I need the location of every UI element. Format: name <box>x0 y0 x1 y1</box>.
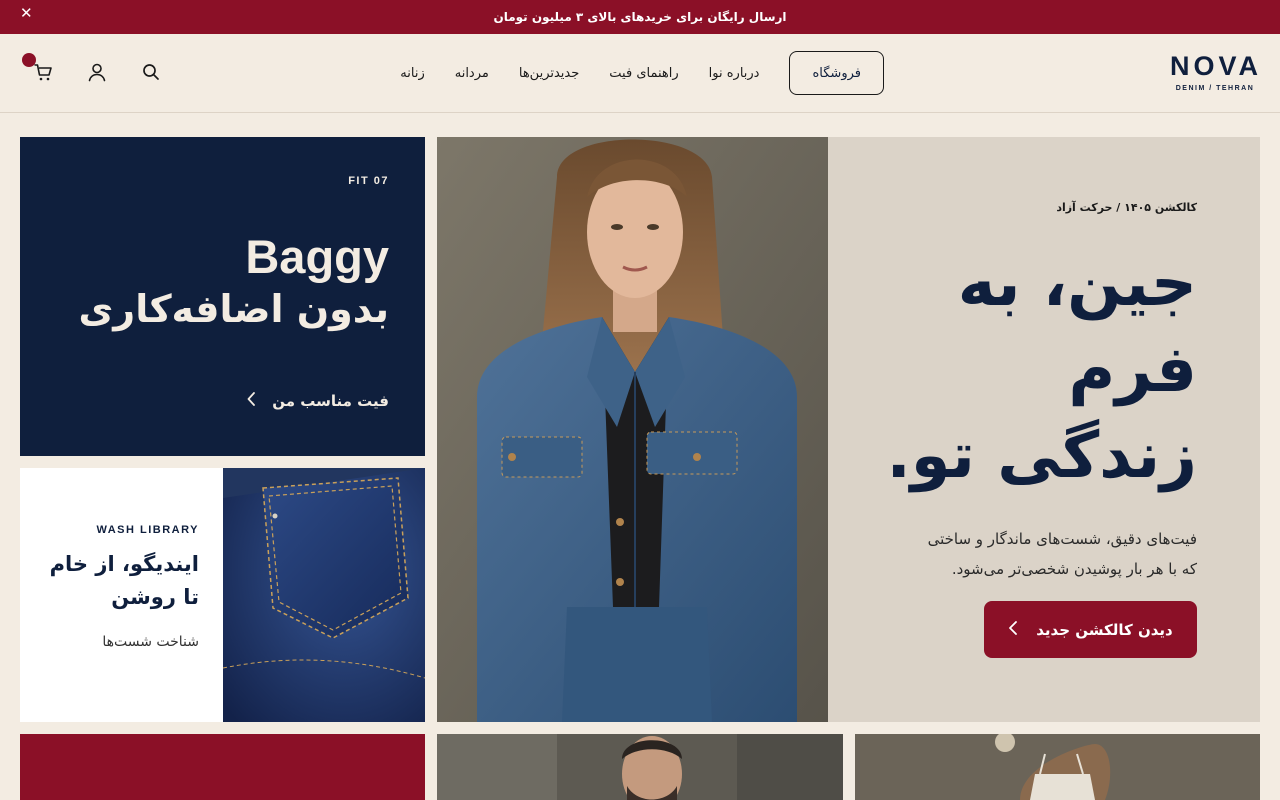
hero-subtitle-line: فیت‌های دقیق، شست‌های ماندگار و ساختی <box>927 530 1197 548</box>
denim-pocket-photo <box>222 468 425 722</box>
chevron-left-icon <box>1008 620 1018 639</box>
hero-headline-line: جین، به <box>957 247 1197 321</box>
hero-subtitle: فیت‌های دقیق، شست‌های ماندگار و ساختی که… <box>867 524 1197 584</box>
nav-women[interactable]: زنانه <box>400 66 424 81</box>
nav-men[interactable]: مردانه <box>455 66 489 81</box>
wash-title: ایندیگو، از خام تا روشن <box>49 552 199 609</box>
new-collection-button[interactable]: دیدن کالکشن جدید <box>984 601 1197 658</box>
site-header: NOVA DENIM / TEHRAN زنانه مردانه جدیدتری… <box>0 34 1280 113</box>
wash-text: WASH LIBRARY ایندیگو، از خام تا روشن شنا… <box>20 468 223 722</box>
hero-photo <box>437 137 828 722</box>
cart-badge <box>22 53 36 67</box>
fit-card[interactable]: FIT 07 Baggy بدون اضافه‌کاری فیت مناسب م… <box>20 137 425 456</box>
close-icon[interactable]: ✕ <box>20 6 33 21</box>
fit-tag: FIT 07 <box>348 175 389 187</box>
fit-link-label: فیت مناسب من <box>272 392 389 410</box>
nav-new[interactable]: جدیدترین‌ها <box>519 66 579 81</box>
men-photo-card[interactable] <box>437 734 843 800</box>
cart-icon[interactable] <box>32 61 54 83</box>
main-nav: زنانه مردانه جدیدترین‌ها راهنمای فیت درب… <box>400 51 884 95</box>
user-icon[interactable] <box>86 61 108 83</box>
shop-button[interactable]: فروشگاه <box>789 51 884 95</box>
nav-fit-guide[interactable]: راهنمای فیت <box>609 66 678 81</box>
wash-tag: WASH LIBRARY <box>96 524 199 536</box>
wash-card[interactable]: WASH LIBRARY ایندیگو، از خام تا روشن شنا… <box>20 468 425 722</box>
new-collection-label: دیدن کالکشن جدید <box>1036 620 1173 639</box>
hero-headline: جین، به فرم زندگی تو. <box>867 241 1197 499</box>
hero-headline-line: زندگی تو. <box>886 419 1197 493</box>
chevron-left-icon <box>247 392 256 410</box>
fit-link[interactable]: فیت مناسب من <box>247 392 389 410</box>
nav-about[interactable]: درباره نوا <box>709 66 760 81</box>
hero-text: کالکشن ۱۴۰۵ / حرکت آزاد جین، به فرم زندگ… <box>867 201 1197 584</box>
announcement-bar: ارسال رایگان برای خریدهای بالای ۳ میلیون… <box>0 0 1280 34</box>
hero-headline-line: فرم <box>1068 333 1197 407</box>
fit-title-fa: بدون اضافه‌کاری <box>78 287 389 331</box>
logo-name: NOVA <box>1170 51 1263 81</box>
women-photo-card[interactable] <box>855 734 1260 800</box>
logo-sub: DENIM / TEHRAN <box>1175 85 1255 92</box>
hero-subtitle-line: که با هر بار پوشیدن شخصی‌تر می‌شود. <box>951 560 1197 578</box>
promo-card-red[interactable] <box>20 734 425 800</box>
logo[interactable]: NOVA DENIM / TEHRAN <box>1170 52 1260 92</box>
hero-card: کالکشن ۱۴۰۵ / حرکت آزاد جین، به فرم زندگ… <box>437 137 1260 722</box>
hero-eyebrow: کالکشن ۱۴۰۵ / حرکت آزاد <box>1056 201 1197 214</box>
fit-title-en: Baggy <box>245 230 389 283</box>
search-icon[interactable] <box>140 61 162 83</box>
wash-link[interactable]: شناخت شست‌ها <box>34 634 199 650</box>
announcement-text: ارسال رایگان برای خریدهای بالای ۳ میلیون… <box>493 10 787 24</box>
